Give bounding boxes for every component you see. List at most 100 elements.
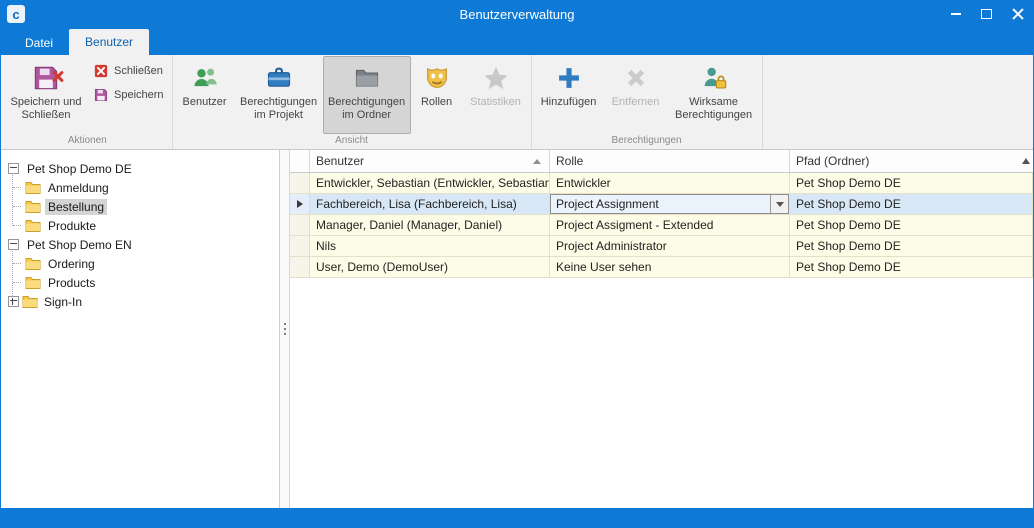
grid-row[interactable]: User, Demo (DemoUser) Keine User sehen P…	[290, 257, 1033, 278]
expand-icon[interactable]	[8, 296, 19, 307]
tree-connector	[13, 263, 21, 264]
tree-node-anmeldung[interactable]: Anmeldung	[1, 178, 279, 197]
schliessen-button[interactable]: Schließen	[93, 61, 164, 80]
benutzer-view-button[interactable]: Benutzer	[175, 56, 235, 134]
maximize-button[interactable]	[971, 0, 1002, 28]
tree-node-ordering[interactable]: Ordering	[1, 254, 279, 273]
wirksame-berechtigungen-button[interactable]: Wirksame Berechtigungen	[668, 56, 760, 134]
splitter[interactable]	[280, 150, 290, 508]
permissions-grid: Benutzer Rolle Pfad (Ordner) Entwickler,…	[290, 150, 1033, 508]
chevron-down-icon	[776, 202, 784, 207]
tree-connector	[13, 187, 21, 188]
column-header-pfad[interactable]: Pfad (Ordner)	[790, 150, 1033, 172]
cell-benutzer[interactable]: Fachbereich, Lisa (Fachbereich, Lisa)	[310, 194, 550, 215]
group-label-berechtigungen: Berechtigungen	[534, 134, 760, 149]
cell-rolle[interactable]: Entwickler	[550, 173, 790, 194]
tree-node-label: Products	[45, 275, 98, 291]
folder-icon	[25, 276, 41, 289]
ribbon-group-berechtigungen: Hinzufügen Entfernen Wirksame Berechtigu…	[532, 55, 763, 149]
folder-icon	[25, 219, 41, 232]
app-logo-icon[interactable]: c	[7, 5, 25, 23]
tree-node-pet-shop-demo-en[interactable]: Pet Shop Demo EN	[1, 235, 279, 254]
hinzufuegen-label: Hinzufügen	[541, 96, 597, 109]
close-button[interactable]	[1002, 0, 1033, 28]
grid-row[interactable]: Entwickler, Sebastian (Entwickler, Sebas…	[290, 173, 1033, 194]
hinzufuegen-button[interactable]: Hinzufügen	[534, 56, 604, 134]
cell-rolle-editor[interactable]: Project Assignment	[550, 194, 790, 215]
collapse-icon[interactable]	[8, 239, 19, 250]
folder-icon	[25, 200, 41, 213]
collapse-icon[interactable]	[8, 163, 19, 174]
berechtigungen-im-ordner-button[interactable]: Berechtigungen im Ordner	[323, 56, 411, 134]
folder-icon	[25, 181, 41, 194]
tree-node-products[interactable]: Products	[1, 273, 279, 292]
ribbon: Speichern und Schließen Schließen Speich…	[1, 55, 1033, 150]
app-logo-letter: c	[12, 7, 19, 22]
save-and-close-icon	[31, 63, 61, 93]
users-icon	[190, 63, 220, 93]
tree-node-bestellung[interactable]: Bestellung	[1, 197, 279, 216]
ribbon-tab-strip: Datei Benutzer	[1, 28, 1033, 55]
minimize-button[interactable]	[940, 0, 971, 28]
rollen-button[interactable]: Rollen	[411, 56, 463, 134]
grid-row[interactable]: Nils Project Administrator Pet Shop Demo…	[290, 236, 1033, 257]
tree-node-label: Pet Shop Demo DE	[24, 161, 135, 177]
column-header-label: Pfad (Ordner)	[796, 154, 869, 168]
star-icon	[481, 63, 511, 93]
close-red-icon	[93, 63, 109, 79]
group-label-ansicht: Ansicht	[175, 134, 529, 149]
grid-header-row: Benutzer Rolle Pfad (Ordner)	[290, 150, 1033, 173]
cell-rolle[interactable]: Project Administrator	[550, 236, 790, 257]
save-icon	[93, 87, 109, 103]
tree-node-label: Produkte	[45, 218, 99, 234]
cell-pfad[interactable]: Pet Shop Demo DE	[790, 215, 1033, 236]
tree-node-label-selected: Bestellung	[45, 199, 107, 215]
cell-rolle[interactable]: Project Assigment - Extended	[550, 215, 790, 236]
dropdown-button[interactable]	[770, 195, 788, 213]
column-header-benutzer[interactable]: Benutzer	[310, 150, 550, 172]
column-header-rolle[interactable]: Rolle	[550, 150, 790, 172]
aktionen-small-buttons: Schließen Speichern	[87, 56, 170, 134]
tree-connector	[13, 206, 21, 207]
cell-pfad[interactable]: Pet Shop Demo DE	[790, 236, 1033, 257]
person-lock-icon	[699, 63, 729, 93]
speichern-label: Speichern	[114, 89, 164, 101]
speichern-button[interactable]: Speichern	[93, 85, 164, 104]
entfernen-button: Entfernen	[604, 56, 668, 134]
grid-row[interactable]: Manager, Daniel (Manager, Daniel) Projec…	[290, 215, 1033, 236]
remove-x-icon	[621, 63, 651, 93]
tree-node-pet-shop-demo-de[interactable]: Pet Shop Demo DE	[1, 159, 279, 178]
tree-node-label: Sign-In	[41, 294, 85, 310]
tree-connector	[13, 225, 21, 226]
cell-benutzer[interactable]: Entwickler, Sebastian (Entwickler, Sebas…	[310, 173, 550, 194]
grid-row-selected[interactable]: Fachbereich, Lisa (Fachbereich, Lisa) Pr…	[290, 194, 1033, 215]
save-and-close-button[interactable]: Speichern und Schließen	[5, 56, 87, 134]
cell-rolle[interactable]: Keine User sehen	[550, 257, 790, 278]
rollen-label: Rollen	[421, 96, 452, 109]
row-indicator-cell	[290, 236, 310, 257]
column-header-label: Benutzer	[316, 154, 364, 168]
row-indicator-cell	[290, 173, 310, 194]
rolle-combobox[interactable]: Project Assignment	[550, 194, 789, 214]
cell-benutzer[interactable]: User, Demo (DemoUser)	[310, 257, 550, 278]
cell-pfad[interactable]: Pet Shop Demo DE	[790, 194, 1033, 215]
berechtigungen-im-projekt-button[interactable]: Berechtigungen im Projekt	[235, 56, 323, 134]
tab-benutzer[interactable]: Benutzer	[69, 29, 149, 55]
tree-node-label: Pet Shop Demo EN	[24, 237, 135, 253]
schliessen-label: Schließen	[114, 65, 163, 77]
cell-benutzer[interactable]: Nils	[310, 236, 550, 257]
tree-node-sign-in[interactable]: Sign-In	[1, 292, 279, 311]
splitter-grip-icon	[284, 323, 286, 335]
tree-children-de: Anmeldung Bestellung Produkte	[1, 178, 279, 235]
cell-pfad[interactable]: Pet Shop Demo DE	[790, 257, 1033, 278]
cell-benutzer[interactable]: Manager, Daniel (Manager, Daniel)	[310, 215, 550, 236]
row-indicator-header	[290, 150, 310, 172]
tree-node-produkte[interactable]: Produkte	[1, 216, 279, 235]
statistiken-button: Statistiken	[463, 56, 529, 134]
cell-pfad[interactable]: Pet Shop Demo DE	[790, 173, 1033, 194]
close-x-overlay-icon	[52, 70, 64, 82]
sort-ascending-icon	[533, 159, 541, 164]
tab-datei[interactable]: Datei	[9, 31, 69, 55]
column-scroll-up-icon[interactable]	[1022, 158, 1030, 164]
rolle-combobox-value[interactable]: Project Assignment	[551, 195, 770, 213]
